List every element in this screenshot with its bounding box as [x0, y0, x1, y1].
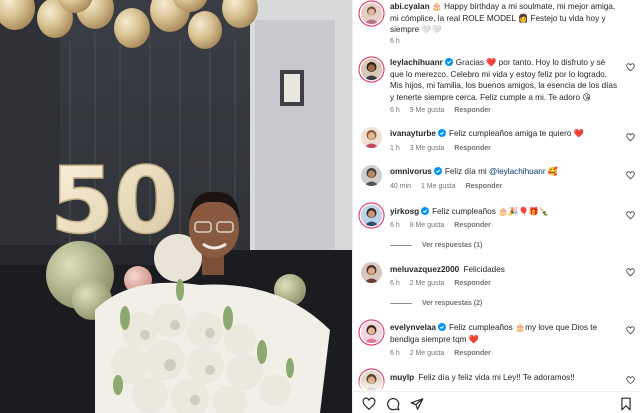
comment-message: Feliz día mi	[444, 167, 489, 176]
verified-badge-icon	[433, 167, 442, 175]
view-replies-button[interactable]: Ver respuestas (1)	[390, 242, 482, 249]
comment-likes[interactable]: 2 Me gusta	[410, 280, 445, 287]
comment-likes[interactable]: 2 Me gusta	[410, 350, 445, 357]
comment-likes[interactable]: 8 Me gusta	[410, 222, 445, 229]
comment-text: abi.cyalan 🎂 Happy birthday a mi soulmate…	[390, 1, 618, 36]
comment-time: 40 min	[390, 183, 412, 190]
reply-button[interactable]: Responder	[454, 145, 491, 152]
number-50-balloon: 50	[49, 146, 179, 255]
like-heart-icon[interactable]	[626, 133, 635, 142]
comment-meta: 6 h 2 Me gusta Responder	[390, 280, 499, 287]
comment-meta: 6 h 9 Me gusta Responder	[390, 107, 499, 114]
comments-panel[interactable]: abi.cyalan 🎂 Happy birthday a mi soulmate…	[352, 0, 640, 413]
avatar[interactable]	[361, 322, 382, 343]
avatar[interactable]	[361, 127, 382, 148]
avatar[interactable]	[361, 262, 382, 283]
comment-username[interactable]: abi.cyalan	[390, 2, 430, 11]
avatar[interactable]	[361, 205, 382, 226]
comment-message: Feliz cumpleaños 🎂🎉🎈🎁🍾	[432, 207, 550, 216]
like-heart-icon[interactable]	[626, 63, 635, 72]
share-icon[interactable]	[410, 397, 424, 411]
comment-time: 6 h	[390, 38, 400, 45]
comment-icon[interactable]	[386, 397, 400, 411]
avatar[interactable]	[361, 3, 382, 24]
comment-likes[interactable]: 3 Me gusta	[410, 145, 445, 152]
comment-message: Felicidades	[463, 265, 505, 274]
mention-link[interactable]: @leylachihuanr	[489, 167, 546, 176]
like-heart-icon[interactable]	[626, 211, 635, 220]
comment-username[interactable]: evelynvelaa	[390, 323, 436, 332]
post-action-bar	[353, 391, 640, 413]
comment-message: Feliz cumpleaños amiga te quiero ❤️	[448, 129, 584, 138]
comment-likes[interactable]: 1 Me gusta	[421, 183, 456, 190]
verified-badge-icon	[437, 323, 446, 331]
heart-icon[interactable]	[362, 397, 376, 411]
comment-meta: 6 h 2 Me gusta Responder	[390, 350, 499, 357]
comment-meta: 40 min 1 Me gusta Responder	[390, 183, 510, 190]
avatar[interactable]	[361, 165, 382, 186]
balloon-number-text: 50	[50, 147, 178, 254]
verified-badge-icon	[437, 129, 446, 137]
reply-button[interactable]: Responder	[466, 183, 503, 190]
replies-divider	[390, 244, 412, 246]
comment-likes[interactable]: 9 Me gusta	[410, 107, 445, 114]
reply-button[interactable]: Responder	[454, 222, 491, 229]
birthday-room-photo: 50	[0, 0, 352, 413]
comment-time: 6 h	[390, 222, 400, 229]
verified-badge-icon	[444, 58, 453, 66]
comment-meta: 6 h 8 Me gusta Responder	[390, 222, 499, 229]
comment-time: 6 h	[390, 107, 400, 114]
comment-text: leylachihuanr Gracias ❤️ por tanto. Hoy l…	[390, 57, 618, 103]
comment-message-suffix: 🥰	[545, 167, 559, 176]
bookmark-icon[interactable]	[619, 397, 633, 411]
comment-text: yirkosg Feliz cumpleaños 🎂🎉🎈🎁🍾	[390, 206, 618, 218]
comment-username[interactable]: yirkosg	[390, 207, 419, 216]
view-replies-label: Ver respuestas (1)	[422, 242, 483, 249]
reply-button[interactable]: Responder	[454, 107, 491, 114]
comment-time: 6 h	[390, 350, 400, 357]
comment-username[interactable]: omnivorus	[390, 167, 432, 176]
comment-username[interactable]: meluvazquez2000	[390, 265, 459, 274]
like-heart-icon[interactable]	[626, 268, 635, 277]
like-heart-icon[interactable]	[626, 171, 635, 180]
comment-username[interactable]: ivanayturbe	[390, 129, 436, 138]
avatar[interactable]	[361, 59, 382, 80]
comment-text: ivanayturbe Feliz cumpleaños amiga te qui…	[390, 128, 618, 140]
comment-meta: 6 h	[390, 38, 408, 45]
replies-divider	[390, 302, 412, 304]
verified-badge-icon	[421, 207, 430, 215]
comment-time: 1 h	[390, 145, 400, 152]
comment-meta: 1 h 3 Me gusta Responder	[390, 145, 499, 152]
reply-button[interactable]: Responder	[454, 350, 491, 357]
comment-text: omnivorus Feliz día mi @leylachihuanr 🥰	[390, 166, 618, 178]
comment-text: evelynvelaa Feliz cumpleaños 🎂my love que…	[390, 322, 618, 345]
reply-button[interactable]: Responder	[454, 280, 491, 287]
comment-text: meluvazquez2000 Felicidades	[390, 264, 618, 276]
comment-username[interactable]: leylachihuanr	[390, 58, 443, 67]
view-replies-button[interactable]: Ver respuestas (2)	[390, 300, 482, 307]
view-replies-label: Ver respuestas (2)	[422, 300, 483, 307]
comment-time: 6 h	[390, 280, 400, 287]
post-photo[interactable]: 50	[0, 0, 352, 413]
like-heart-icon[interactable]	[626, 326, 635, 335]
